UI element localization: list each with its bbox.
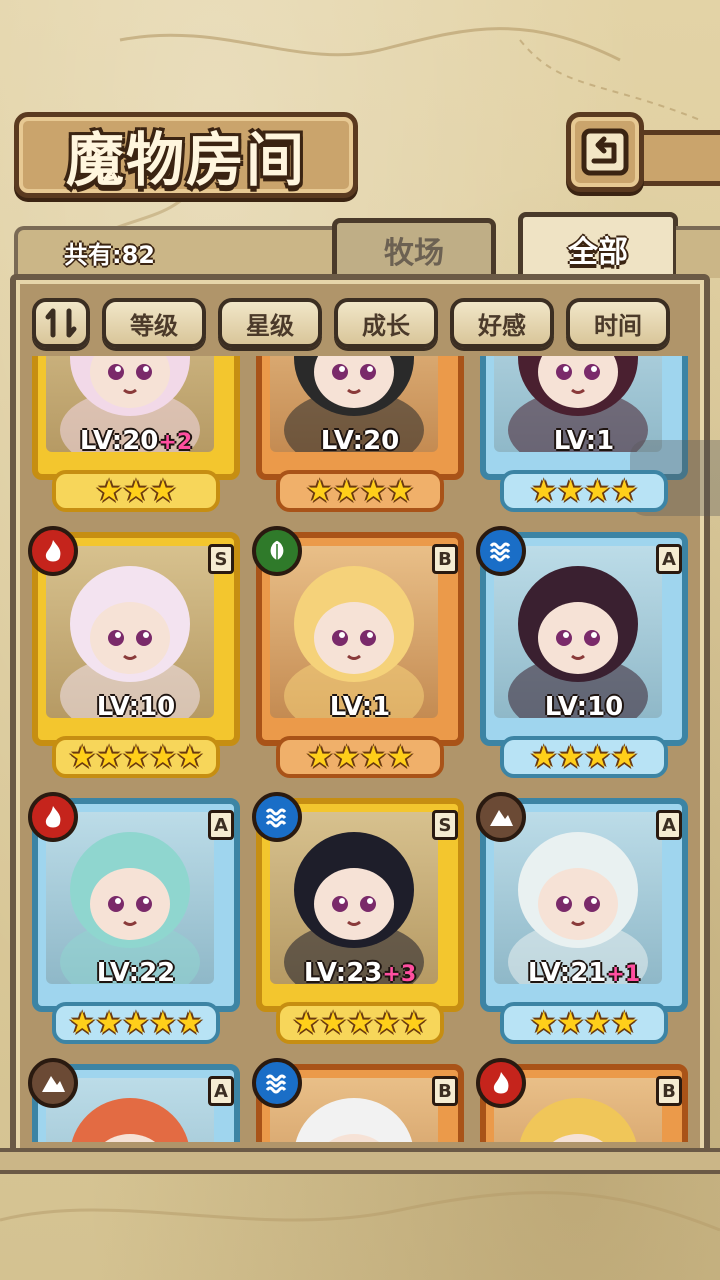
monster-card[interactable]: LV:1 ★★★★ xyxy=(480,356,688,512)
monster-card[interactable]: BLV:1★★★★ xyxy=(476,1058,688,1142)
tab-bar-extension xyxy=(676,226,720,278)
star-rating: ★★★★ xyxy=(276,470,444,512)
star-rating: ★★★★ xyxy=(276,736,444,778)
star-rating: ★★★★ xyxy=(500,1002,668,1044)
star-rating: ★★★★★ xyxy=(52,736,220,778)
monster-level: LV:10 xyxy=(480,692,688,722)
monster-count-bar: 共有:82 xyxy=(14,226,344,278)
monster-level: LV:20+2 xyxy=(32,426,240,456)
monster-card[interactable]: A LV:10 ★★★★ xyxy=(476,526,688,778)
monster-card[interactable]: LV:20+2 ★★★ xyxy=(32,356,240,512)
monster-level: LV:1 xyxy=(480,426,688,456)
monster-card[interactable]: ALV:1★★★★ xyxy=(28,1058,240,1142)
fire-element-icon xyxy=(476,1058,526,1108)
grass-element-icon xyxy=(252,526,302,576)
level-bonus: +3 xyxy=(382,962,417,987)
sort-by-time-button[interactable]: 时间 xyxy=(566,298,670,348)
rank-badge: A xyxy=(208,810,234,840)
level-label: LV:1 xyxy=(553,426,615,456)
monster-card[interactable]: B LV:1 ★★★★ xyxy=(252,526,464,778)
rank-badge: B xyxy=(656,1076,682,1106)
sort-bar: 等级 星级 成长 好感 时间 xyxy=(32,298,670,350)
monster-card[interactable]: S LV:23+3 ★★★★★ xyxy=(252,792,464,1044)
level-label: LV:10 xyxy=(544,692,624,722)
star-rating: ★★★★★ xyxy=(276,1002,444,1044)
tab-ranch[interactable]: 牧场 xyxy=(332,218,496,276)
rank-badge: A xyxy=(208,1076,234,1106)
monster-level: LV:1 xyxy=(256,692,464,722)
page-title-plate: 魔物房间 xyxy=(14,112,358,198)
fire-element-icon xyxy=(28,526,78,576)
earth-element-icon xyxy=(476,792,526,842)
monster-level: LV:22 xyxy=(32,958,240,988)
rank-badge: S xyxy=(432,810,458,840)
star-rating: ★★★★★ xyxy=(52,1002,220,1044)
page-title: 魔物房间 xyxy=(65,126,306,194)
monster-level: LV:21+1 xyxy=(480,958,688,988)
level-label: LV:20 xyxy=(320,426,400,456)
monster-count: 共有:82 xyxy=(64,240,155,269)
sort-by-star-button[interactable]: 星级 xyxy=(218,298,322,348)
rank-badge: S xyxy=(208,544,234,574)
monster-level: LV:10 xyxy=(32,692,240,722)
monster-level: LV:20 xyxy=(256,426,464,456)
fire-element-icon xyxy=(28,792,78,842)
water-element-icon xyxy=(476,526,526,576)
monster-card[interactable]: A LV:21+1 ★★★★ xyxy=(476,792,688,1044)
monster-card[interactable]: S LV:10 ★★★★★ xyxy=(28,526,240,778)
monster-grid-viewport[interactable]: LV:20+2 ★★★ LV:20 ★★★★ LV:1 ★★★★ S LV:10 ★★★★★ B L… xyxy=(22,356,698,1142)
rank-badge: A xyxy=(656,810,682,840)
level-bonus: +1 xyxy=(606,962,641,987)
level-label: LV:21 xyxy=(527,958,607,988)
level-label: LV:23 xyxy=(303,958,383,988)
rank-badge: A xyxy=(656,544,682,574)
sort-by-growth-button[interactable]: 成长 xyxy=(334,298,438,348)
level-label: LV:10 xyxy=(96,692,176,722)
panel-bottom-frame xyxy=(0,1148,720,1174)
back-arrow-icon xyxy=(581,128,629,176)
monster-card[interactable]: BLV:1★★★★ xyxy=(252,1058,464,1142)
star-rating: ★★★ xyxy=(52,470,220,512)
monster-card[interactable]: LV:20 ★★★★ xyxy=(256,356,464,512)
sort-by-level-button[interactable]: 等级 xyxy=(102,298,206,348)
level-bonus: +2 xyxy=(158,430,193,455)
monster-card[interactable]: A LV:22 ★★★★★ xyxy=(28,792,240,1044)
water-element-icon xyxy=(252,1058,302,1108)
sort-order-icon xyxy=(45,308,77,338)
rank-badge: B xyxy=(432,544,458,574)
rank-badge: B xyxy=(432,1076,458,1106)
level-label: LV:1 xyxy=(329,692,391,722)
back-button[interactable] xyxy=(566,112,644,192)
star-rating: ★★★★ xyxy=(500,470,668,512)
sort-order-toggle[interactable] xyxy=(32,298,90,348)
monster-level: LV:23+3 xyxy=(256,958,464,988)
tab-all[interactable]: 全部 xyxy=(518,212,678,280)
back-button-extension xyxy=(640,130,720,186)
star-rating: ★★★★ xyxy=(500,736,668,778)
level-label: LV:22 xyxy=(96,958,176,988)
water-element-icon xyxy=(252,792,302,842)
earth-element-icon xyxy=(28,1058,78,1108)
sort-by-affection-button[interactable]: 好感 xyxy=(450,298,554,348)
level-label: LV:20 xyxy=(79,426,159,456)
